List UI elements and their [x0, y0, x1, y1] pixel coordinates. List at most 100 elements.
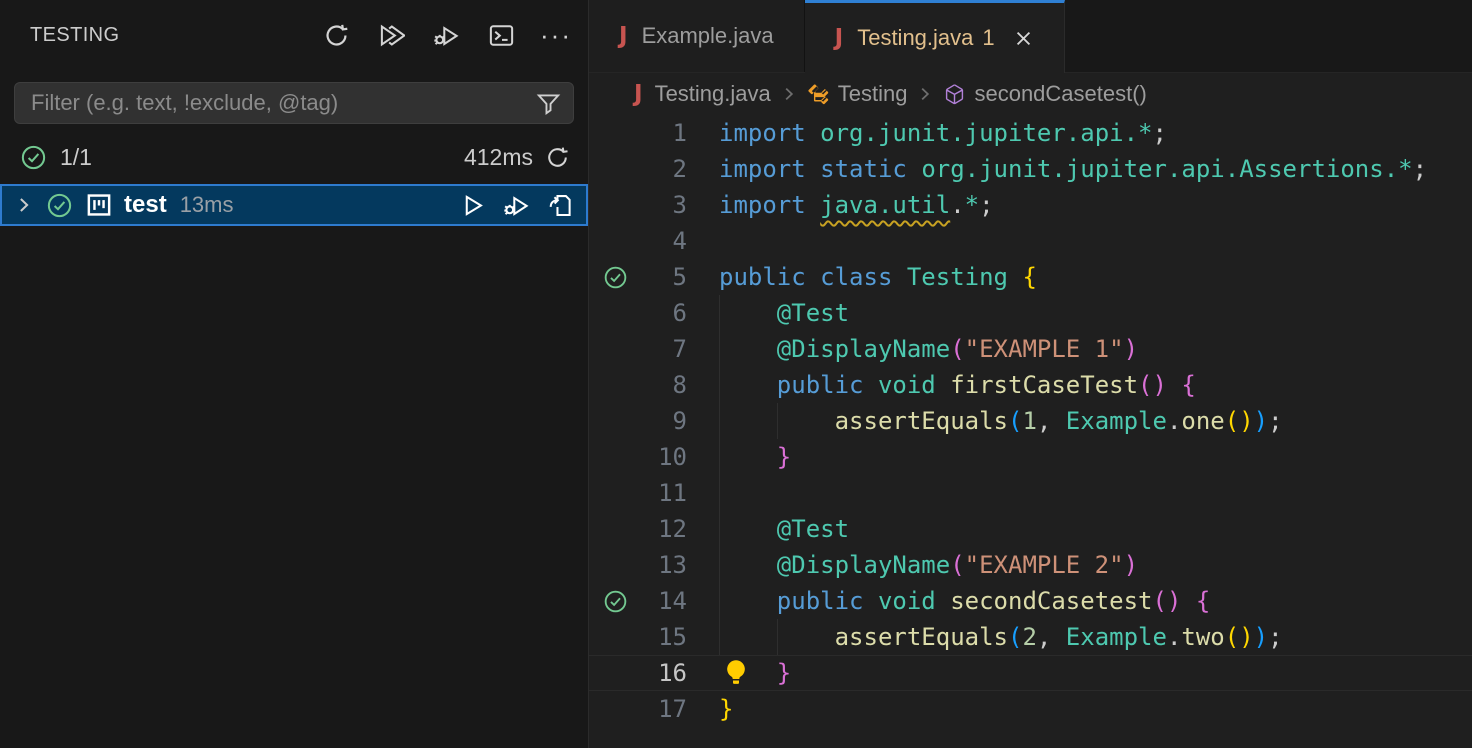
tab-testing-java[interactable]: J Testing.java 1 — [805, 0, 1065, 73]
code-line[interactable]: 5 public class Testing { — [589, 259, 1472, 295]
test-item-row[interactable]: test 13ms — [0, 184, 588, 226]
line-number[interactable]: 2 — [641, 151, 687, 187]
line-number[interactable]: 15 — [641, 619, 687, 655]
java-file-icon: J — [835, 25, 844, 51]
lightbulb-icon[interactable] — [721, 658, 751, 688]
code-line[interactable]: 7 @DisplayName("EXAMPLE 1") — [589, 331, 1472, 367]
code-token: Example — [1066, 407, 1167, 435]
code-line[interactable]: 14 public void secondCasetest() { — [589, 583, 1472, 619]
project-icon — [85, 191, 113, 219]
breadcrumb-method[interactable]: secondCasetest() — [943, 81, 1146, 107]
code-line[interactable]: 2 import static org.junit.jupiter.api.Ass… — [589, 151, 1472, 187]
code-line[interactable]: 8 public void firstCaseTest() { — [589, 367, 1472, 403]
gutter-glyph-margin — [589, 475, 641, 511]
filter-funnel-icon[interactable] — [536, 91, 561, 116]
code-line-content[interactable]: @Test — [719, 511, 1472, 547]
test-filter-box — [14, 82, 574, 124]
test-passed-gutter-icon[interactable] — [603, 589, 628, 614]
code-line-content[interactable]: import static org.junit.jupiter.api.Asse… — [719, 151, 1472, 187]
refresh-tests-icon[interactable] — [322, 21, 350, 49]
line-number[interactable]: 4 — [641, 223, 687, 259]
test-filter-input[interactable] — [31, 90, 536, 116]
gutter-glyph-margin[interactable] — [589, 259, 641, 295]
run-test-icon[interactable] — [459, 192, 486, 219]
code-line-content[interactable]: @Test — [719, 295, 1472, 331]
code-line-content[interactable]: public void firstCaseTest() { — [719, 367, 1472, 403]
code-line[interactable]: 13 @DisplayName("EXAMPLE 2") — [589, 547, 1472, 583]
code-line-content[interactable]: public void secondCasetest() { — [719, 583, 1472, 619]
gutter-glyph-margin — [589, 655, 641, 691]
line-number[interactable]: 11 — [641, 475, 687, 511]
line-number[interactable]: 16 — [641, 655, 687, 691]
code-token: ) — [1124, 335, 1138, 363]
code-line-content[interactable]: assertEquals(1, Example.one()); — [719, 403, 1472, 439]
code-token: org.junit.jupiter.api.Assertions.* — [921, 155, 1412, 183]
line-number[interactable]: 3 — [641, 187, 687, 223]
chevron-right-icon[interactable] — [14, 195, 34, 215]
gutter-glyph-margin[interactable] — [589, 583, 641, 619]
line-number[interactable]: 13 — [641, 547, 687, 583]
code-line-content[interactable] — [719, 223, 1472, 259]
code-line-content[interactable]: import java.util.*; — [719, 187, 1472, 223]
code-line[interactable]: 17} — [589, 691, 1472, 727]
line-number[interactable]: 14 — [641, 583, 687, 619]
test-passed-gutter-icon[interactable] — [603, 265, 628, 290]
code-line[interactable]: 15 assertEquals(2, Example.two()); — [589, 619, 1472, 655]
line-number[interactable]: 12 — [641, 511, 687, 547]
code-token — [719, 515, 777, 543]
code-line[interactable]: 12 @Test — [589, 511, 1472, 547]
go-to-test-icon[interactable] — [547, 192, 574, 219]
code-line[interactable]: 4 — [589, 223, 1472, 259]
total-duration: 412ms — [464, 144, 533, 171]
code-line[interactable]: 16 } — [589, 655, 1472, 691]
symbol-method-icon — [943, 83, 966, 106]
rerun-icon[interactable] — [545, 145, 570, 170]
line-number[interactable]: 1 — [641, 115, 687, 151]
code-line[interactable]: 9 assertEquals(1, Example.one()); — [589, 403, 1472, 439]
code-area[interactable]: 1 import org.junit.jupiter.api.*; 2 import … — [589, 115, 1472, 748]
code-line-content[interactable]: } — [719, 691, 1472, 727]
code-line[interactable]: 11 — [589, 475, 1472, 511]
code-line-content[interactable] — [719, 475, 1472, 511]
code-line[interactable]: 6 @Test — [589, 295, 1472, 331]
panel-toolbar: ··· — [322, 21, 570, 49]
code-line-content[interactable]: assertEquals(2, Example.two()); — [719, 619, 1472, 655]
code-token: class — [820, 263, 892, 291]
line-number[interactable]: 7 — [641, 331, 687, 367]
code-line[interactable]: 10 } — [589, 439, 1472, 475]
line-number[interactable]: 17 — [641, 691, 687, 727]
run-all-tests-icon[interactable] — [377, 21, 405, 49]
debug-test-icon[interactable] — [503, 192, 530, 219]
tab-badge: 1 — [982, 25, 994, 51]
code-line-content[interactable]: public class Testing { — [719, 259, 1472, 295]
code-token — [1181, 587, 1195, 615]
breadcrumb-class[interactable]: Testing — [807, 81, 908, 107]
breadcrumb-file[interactable]: J Testing.java — [634, 81, 771, 107]
tab-example-java[interactable]: J Example.java — [589, 0, 805, 72]
show-test-output-icon[interactable] — [487, 21, 515, 49]
code-line-content[interactable]: @DisplayName("EXAMPLE 2") — [719, 547, 1472, 583]
code-line-content[interactable]: @DisplayName("EXAMPLE 1") — [719, 331, 1472, 367]
gutter-glyph-margin — [589, 619, 641, 655]
gutter-glyph-margin — [589, 403, 641, 439]
line-number[interactable]: 5 — [641, 259, 687, 295]
debug-tests-icon[interactable] — [432, 21, 460, 49]
code-line[interactable]: 3 import java.util.*; — [589, 187, 1472, 223]
tests-passed-icon — [20, 144, 47, 171]
line-number[interactable]: 8 — [641, 367, 687, 403]
code-line-content[interactable]: import org.junit.jupiter.api.*; — [719, 115, 1472, 151]
code-token: import — [719, 119, 806, 147]
close-icon[interactable] — [1013, 28, 1034, 49]
line-number[interactable]: 9 — [641, 403, 687, 439]
gutter-glyph-margin — [589, 187, 641, 223]
code-token: assertEquals — [835, 407, 1008, 435]
code-line-content[interactable]: } — [719, 655, 1472, 691]
line-number[interactable]: 6 — [641, 295, 687, 331]
line-number[interactable]: 10 — [641, 439, 687, 475]
more-actions-icon[interactable]: ··· — [542, 21, 570, 49]
code-token: . — [1167, 623, 1181, 651]
code-line-content[interactable]: } — [719, 439, 1472, 475]
code-line[interactable]: 1 import org.junit.jupiter.api.*; — [589, 115, 1472, 151]
code-token: ; — [1153, 119, 1167, 147]
chevron-right-icon — [916, 85, 934, 103]
